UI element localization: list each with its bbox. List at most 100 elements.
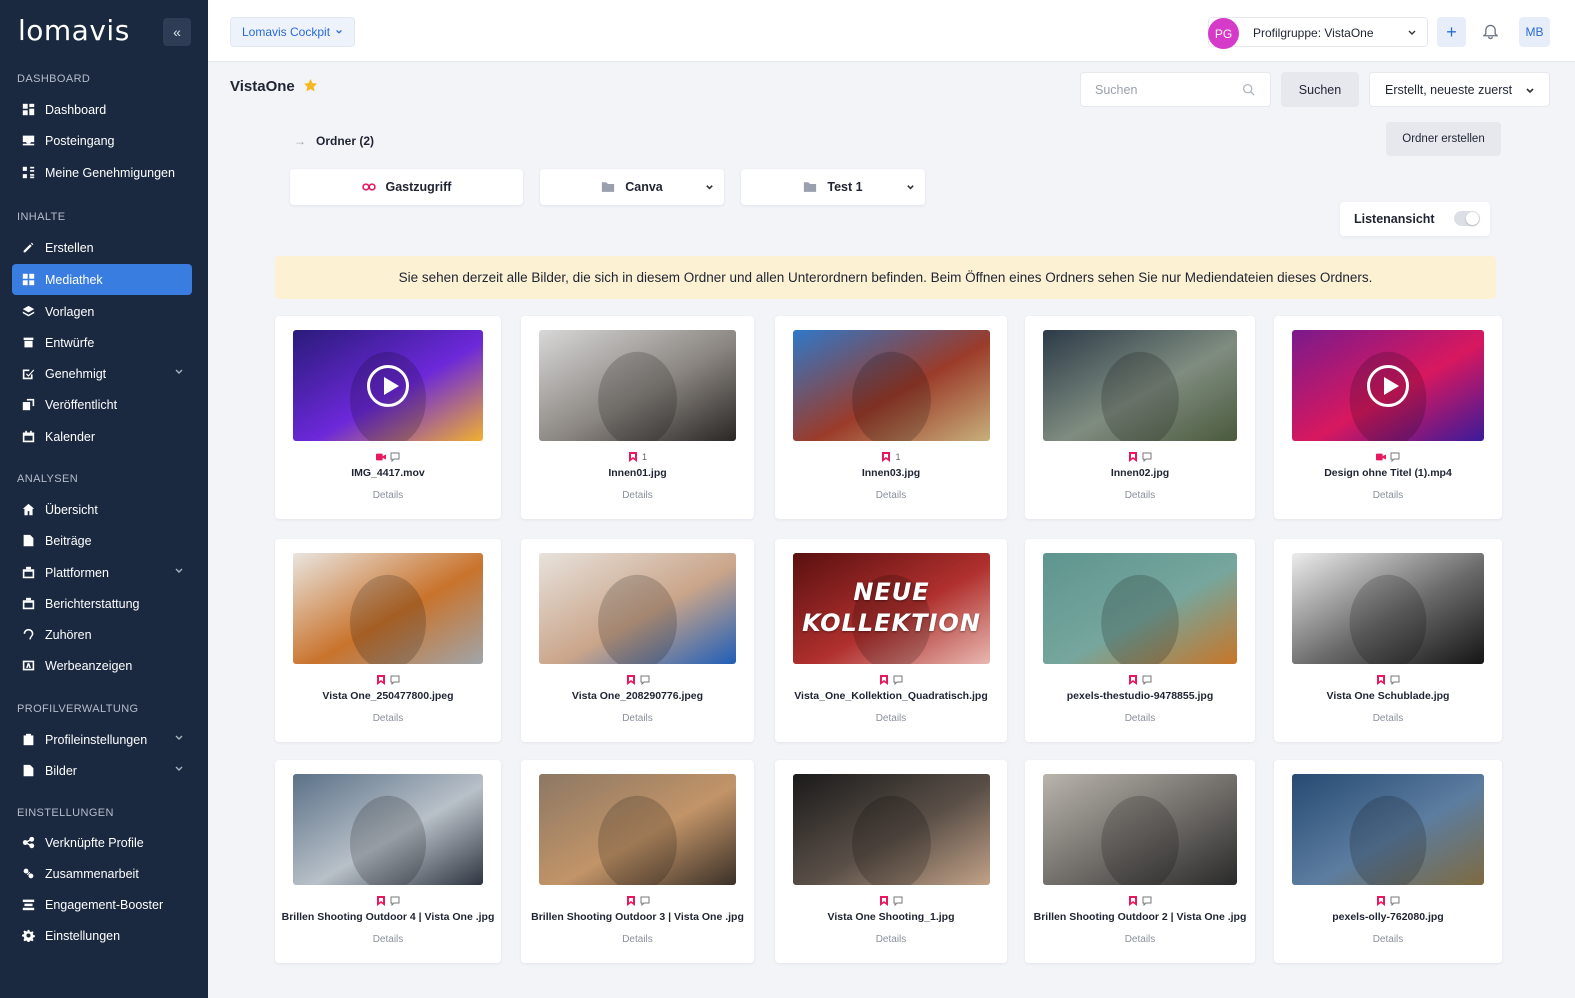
details-link[interactable]: Details (1274, 713, 1502, 724)
media-card[interactable]: Design ohne Titel (1).mp4 Details (1274, 316, 1502, 519)
details-link[interactable]: Details (275, 490, 501, 501)
media-card[interactable]: Vista One_208290776.jpeg Details (521, 539, 754, 742)
sidebar-item-engagement-booster[interactable]: Engagement-Booster (12, 889, 192, 920)
media-thumbnail[interactable] (1292, 553, 1484, 664)
collapse-sidebar-button[interactable]: « (163, 18, 191, 46)
sidebar-item-label: Profileinstellungen (45, 732, 148, 747)
sidebar-item-kalender[interactable]: Kalender (12, 421, 192, 452)
media-card[interactable]: Brillen Shooting Outdoor 4 | Vista One .… (275, 760, 501, 963)
create-folder-button[interactable]: Ordner erstellen (1386, 122, 1501, 156)
media-thumbnail[interactable] (293, 330, 483, 441)
section-title-analysen: ANALYSEN (17, 473, 79, 485)
sidebar-item-einstellungen[interactable]: Einstellungen (12, 920, 192, 951)
sidebar-item-zuhoeren[interactable]: Zuhören (12, 619, 192, 650)
details-link[interactable]: Details (275, 713, 501, 724)
details-link[interactable]: Details (1025, 934, 1255, 945)
media-card[interactable]: NEUE KOLLEKTION Vista_One_Kollektion_Quadr… (775, 539, 1007, 742)
details-link[interactable]: Details (1025, 490, 1255, 501)
sidebar-item-zusammenarbeit[interactable]: Zusammenarbeit (12, 858, 192, 889)
media-thumbnail[interactable] (1043, 330, 1237, 441)
star-icon[interactable] (303, 78, 318, 93)
media-card[interactable]: pexels-thestudio-9478855.jpg Details (1025, 539, 1255, 742)
sidebar-item-label: Zuhören (45, 627, 92, 642)
media-thumbnail[interactable] (793, 774, 990, 885)
media-thumbnail[interactable] (293, 553, 483, 664)
sidebar-item-erstellen[interactable]: Erstellen (12, 232, 192, 263)
play-icon[interactable] (367, 364, 409, 407)
sidebar-item-profileinstellungen[interactable]: Profileinstellungen (12, 724, 192, 755)
sidebar-item-entwuerfe[interactable]: Entwürfe (12, 327, 192, 358)
details-link[interactable]: Details (1274, 490, 1502, 501)
sidebar-item-label: Meine Genehmigungen (45, 165, 175, 180)
media-thumbnail[interactable] (1043, 774, 1237, 885)
notifications-button[interactable] (1476, 17, 1505, 47)
sidebar-item-vorlagen[interactable]: Vorlagen (12, 296, 192, 327)
platforms-icon (21, 566, 35, 580)
sidebar-item-werbeanzeigen[interactable]: Werbeanzeigen (12, 650, 192, 681)
media-thumbnail[interactable] (1043, 553, 1237, 664)
search-button[interactable]: Suchen (1281, 72, 1359, 107)
media-card[interactable]: Vista One Shooting_1.jpg Details (775, 760, 1007, 963)
media-thumbnail[interactable] (1292, 330, 1484, 441)
details-link[interactable]: Details (1274, 934, 1502, 945)
details-link[interactable]: Details (521, 934, 754, 945)
media-card[interactable]: Innen02.jpg Details (1025, 316, 1255, 519)
media-card[interactable]: Brillen Shooting Outdoor 3 | Vista One .… (521, 760, 754, 963)
sidebar-item-posteingang[interactable]: Posteingang (12, 125, 192, 156)
media-meta (1025, 452, 1255, 462)
media-meta (775, 896, 1007, 906)
details-link[interactable]: Details (521, 713, 754, 724)
media-thumbnail[interactable] (539, 330, 736, 441)
media-card[interactable]: pexels-olly-762080.jpg Details (1274, 760, 1502, 963)
details-link[interactable]: Details (275, 934, 501, 945)
media-thumbnail[interactable]: NEUE KOLLEKTION (793, 553, 990, 664)
sidebar-item-veroeffentlicht[interactable]: Veröffentlicht (12, 389, 192, 420)
thumbnail-overlay-text: NEUE KOLLEKTION (793, 577, 990, 639)
media-thumbnail[interactable] (539, 774, 736, 885)
media-card[interactable]: Brillen Shooting Outdoor 2 | Vista One .… (1025, 760, 1255, 963)
media-card[interactable]: Vista One Schublade.jpg Details (1274, 539, 1502, 742)
media-card[interactable]: 1 Innen03.jpg Details (775, 316, 1007, 519)
sidebar-item-label: Posteingang (45, 133, 115, 148)
video-camera-icon (376, 453, 386, 461)
details-link[interactable]: Details (1025, 713, 1255, 724)
play-icon[interactable] (1367, 364, 1409, 407)
sidebar-item-verknuepfte-profile[interactable]: Verknüpfte Profile (12, 827, 192, 858)
folder-test-1[interactable]: Test 1 (741, 169, 925, 205)
sidebar-item-uebersicht[interactable]: Übersicht (12, 494, 192, 525)
details-link[interactable]: Details (775, 490, 1007, 501)
sidebar-item-genehmigt[interactable]: Genehmigt (12, 358, 192, 389)
sidebar-item-dashboard[interactable]: Dashboard (12, 94, 192, 125)
bookmark-icon (377, 675, 385, 685)
user-avatar[interactable]: MB (1519, 17, 1550, 47)
details-link[interactable]: Details (521, 490, 754, 501)
details-link[interactable]: Details (775, 713, 1007, 724)
gear-icon (21, 929, 35, 943)
media-card[interactable]: IMG_4417.mov Details (275, 316, 501, 519)
media-card[interactable]: Vista One_250477800.jpeg Details (275, 539, 501, 742)
sidebar-item-plattformen[interactable]: Plattformen (12, 557, 192, 588)
sidebar-item-beitraege[interactable]: Beiträge (12, 525, 192, 556)
folder-gastzugriff[interactable]: Gastzugriff (290, 169, 523, 205)
media-thumbnail[interactable] (793, 330, 990, 441)
sidebar-item-berichterstattung[interactable]: Berichterstattung (12, 588, 192, 619)
media-card[interactable]: 1 Innen01.jpg Details (521, 316, 754, 519)
sidebar-item-label: Übersicht (45, 502, 98, 517)
media-thumbnail[interactable] (1292, 774, 1484, 885)
list-view-toggle[interactable]: Listenansicht (1340, 202, 1490, 236)
comment-icon (1142, 896, 1152, 906)
sort-select[interactable]: Erstellt, neueste zuerst (1369, 72, 1550, 107)
toggle-switch[interactable] (1454, 211, 1480, 226)
media-thumbnail[interactable] (293, 774, 483, 885)
profile-group-select[interactable]: PG Profilgruppe: VistaOne (1208, 17, 1428, 49)
add-button[interactable]: + (1437, 17, 1466, 47)
sidebar-item-meine-genehmigungen[interactable]: Meine Genehmigungen (12, 157, 192, 188)
folder-canva[interactable]: Canva (540, 169, 724, 205)
cockpit-dropdown[interactable]: Lomavis Cockpit (230, 17, 356, 47)
media-library-icon (21, 273, 35, 287)
details-link[interactable]: Details (775, 934, 1007, 945)
folder-breadcrumb[interactable]: → Ordner (2) (294, 134, 374, 148)
sidebar-item-bilder[interactable]: Bilder (12, 755, 192, 786)
sidebar-item-mediathek[interactable]: Mediathek (12, 264, 192, 295)
media-thumbnail[interactable] (539, 553, 736, 664)
